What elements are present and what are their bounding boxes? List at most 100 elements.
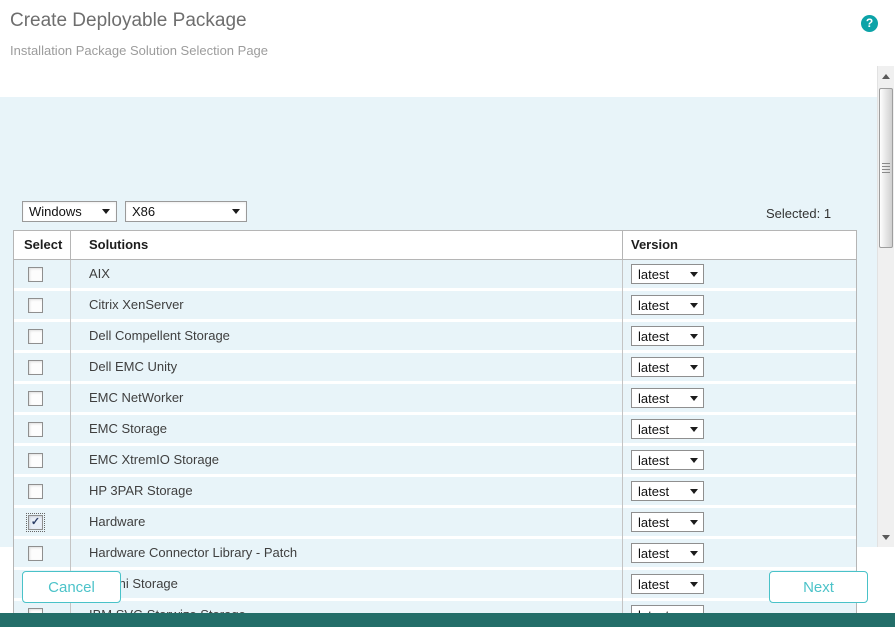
select-cell (14, 477, 71, 508)
solution-name: Citrix XenServer (71, 291, 623, 322)
version-cell: latest (623, 322, 856, 353)
table-row: ✓ Hardware latest (14, 508, 856, 539)
chevron-down-icon (690, 272, 698, 277)
column-header-solutions: Solutions (71, 231, 623, 259)
solution-name: EMC NetWorker (71, 384, 623, 415)
table-header-row: Select Solutions Version (14, 231, 856, 260)
chevron-down-icon (690, 427, 698, 432)
select-cell: ✓ (14, 508, 71, 539)
os-dropdown[interactable]: Windows (22, 201, 117, 222)
chevron-down-icon (690, 551, 698, 556)
version-dropdown[interactable]: latest (631, 419, 704, 439)
table-row: Hitachi Storage latest (14, 570, 856, 601)
version-dropdown-value: latest (638, 391, 669, 406)
version-dropdown[interactable]: latest (631, 543, 704, 563)
solution-name: Hardware Connector Library - Patch (71, 539, 623, 570)
solution-name: HP 3PAR Storage (71, 477, 623, 508)
version-cell: latest (623, 415, 856, 446)
os-dropdown-value: Windows (29, 204, 82, 219)
row-checkbox[interactable]: ✓ (28, 515, 43, 530)
solution-name: EMC Storage (71, 415, 623, 446)
row-checkbox[interactable] (28, 329, 43, 344)
chevron-down-icon (690, 520, 698, 525)
version-dropdown-value: latest (638, 329, 669, 344)
chevron-down-icon (690, 458, 698, 463)
version-dropdown[interactable]: latest (631, 264, 704, 284)
row-checkbox[interactable] (28, 484, 43, 499)
row-checkbox[interactable] (28, 298, 43, 313)
row-checkbox[interactable] (28, 391, 43, 406)
version-dropdown[interactable]: latest (631, 357, 704, 377)
chevron-down-icon (690, 303, 698, 308)
row-checkbox[interactable] (28, 267, 43, 282)
chevron-down-icon (690, 396, 698, 401)
architecture-dropdown-value: X86 (132, 204, 155, 219)
version-dropdown[interactable]: latest (631, 481, 704, 501)
chevron-down-icon (690, 582, 698, 587)
version-cell: latest (623, 291, 856, 322)
select-cell (14, 322, 71, 353)
row-checkbox[interactable] (28, 360, 43, 375)
version-dropdown-value: latest (638, 422, 669, 437)
chevron-down-icon (232, 209, 240, 214)
table-row: EMC Storage latest (14, 415, 856, 446)
table-row: EMC NetWorker latest (14, 384, 856, 415)
vertical-scrollbar[interactable] (877, 66, 894, 547)
scroll-down-icon (882, 535, 890, 540)
version-dropdown[interactable]: latest (631, 295, 704, 315)
version-cell: latest (623, 353, 856, 384)
select-cell (14, 260, 71, 291)
solution-name: AIX (71, 260, 623, 291)
solution-name: EMC XtremIO Storage (71, 446, 623, 477)
version-cell: latest (623, 384, 856, 415)
version-dropdown-value: latest (638, 484, 669, 499)
help-icon[interactable]: ? (861, 15, 878, 32)
version-dropdown-value: latest (638, 453, 669, 468)
solution-selection-panel: Windows X86 Selected: 1 Select Solutions… (0, 97, 877, 547)
solution-name: Dell Compellent Storage (71, 322, 623, 353)
version-dropdown[interactable]: latest (631, 326, 704, 346)
solution-name: Hitachi Storage (71, 570, 623, 601)
version-dropdown[interactable]: latest (631, 450, 704, 470)
version-cell: latest (623, 260, 856, 291)
row-checkbox[interactable] (28, 453, 43, 468)
table-row: Hardware Connector Library - Patch lates… (14, 539, 856, 570)
footer-bar (0, 613, 895, 627)
version-dropdown[interactable]: latest (631, 574, 704, 594)
version-dropdown[interactable]: latest (631, 512, 704, 532)
version-dropdown-value: latest (638, 577, 669, 592)
chevron-down-icon (690, 489, 698, 494)
version-dropdown-value: latest (638, 267, 669, 282)
architecture-dropdown[interactable]: X86 (125, 201, 247, 222)
select-cell (14, 291, 71, 322)
select-cell (14, 353, 71, 384)
version-dropdown-value: latest (638, 360, 669, 375)
version-dropdown[interactable]: latest (631, 388, 704, 408)
table-row: EMC XtremIO Storage latest (14, 446, 856, 477)
version-cell: latest (623, 477, 856, 508)
table-row: Dell Compellent Storage latest (14, 322, 856, 353)
select-cell (14, 384, 71, 415)
cancel-button[interactable]: Cancel (22, 571, 121, 603)
table-row: Citrix XenServer latest (14, 291, 856, 322)
select-cell (14, 415, 71, 446)
scroll-up-button[interactable] (878, 68, 894, 84)
row-checkbox[interactable] (28, 546, 43, 561)
scroll-down-button[interactable] (878, 529, 894, 545)
version-cell: latest (623, 539, 856, 570)
page-subtitle: Installation Package Solution Selection … (10, 43, 268, 58)
version-dropdown-value: latest (638, 546, 669, 561)
chevron-down-icon (102, 209, 110, 214)
solution-name: Dell EMC Unity (71, 353, 623, 384)
version-dropdown-value: latest (638, 298, 669, 313)
chevron-down-icon (690, 334, 698, 339)
version-dropdown-value: latest (638, 515, 669, 530)
scrollbar-thumb[interactable] (879, 88, 893, 248)
row-checkbox[interactable] (28, 422, 43, 437)
select-cell (14, 539, 71, 570)
next-button[interactable]: Next (769, 571, 868, 603)
selected-count-label: Selected: 1 (766, 206, 831, 221)
column-header-select: Select (14, 231, 71, 259)
create-deployable-package-dialog: Create Deployable Package Installation P… (0, 0, 895, 627)
solution-name: Hardware (71, 508, 623, 539)
